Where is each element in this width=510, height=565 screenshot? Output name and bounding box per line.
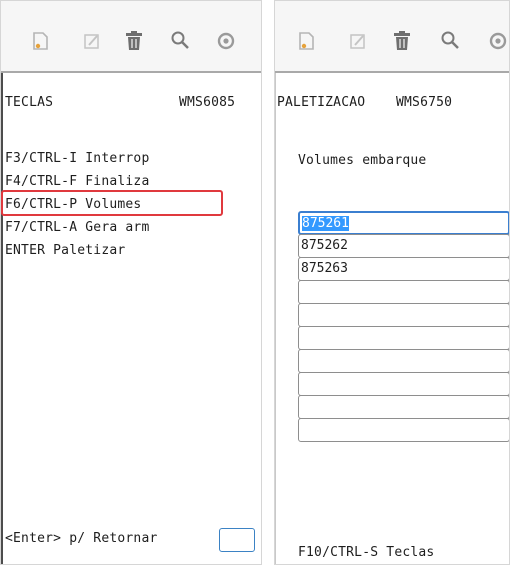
key-finaliza: F4/CTRL-F Finaliza: [5, 174, 150, 189]
volume-field[interactable]: 875262: [298, 234, 509, 258]
new-document-icon[interactable]: [29, 29, 51, 53]
trash-icon[interactable]: [391, 29, 413, 53]
volumes-subtitle: Volumes embarque: [298, 153, 427, 168]
search-icon[interactable]: [439, 29, 461, 53]
volume-field[interactable]: [298, 303, 509, 327]
key-paletizar: ENTER Paletizar: [5, 243, 126, 258]
paletizacao-content: PALETIZACAO WMS6750 Volumes embarque 875…: [275, 73, 509, 564]
highlight-box: [1, 190, 223, 216]
volume-value: 875261: [302, 216, 349, 231]
circle-icon[interactable]: [215, 29, 237, 53]
edit-icon[interactable]: [81, 29, 103, 53]
volume-field[interactable]: [298, 326, 509, 350]
volume-value: 875263: [301, 261, 348, 276]
volume-field[interactable]: [298, 418, 509, 442]
volume-field[interactable]: [298, 372, 509, 396]
program-code: WMS6750: [396, 95, 453, 110]
paletizacao-screen: PALETIZACAO WMS6750 Volumes embarque 875…: [274, 0, 510, 565]
footer-keys: F10/CTRL-S Teclas: [298, 545, 435, 560]
edit-icon[interactable]: [347, 29, 369, 53]
trash-icon[interactable]: [123, 29, 145, 53]
teclas-content: TECLAS WMS6085 F3/CTRL-I Interrop F4/CTR…: [1, 73, 261, 564]
return-input[interactable]: [219, 528, 255, 552]
volume-field[interactable]: [298, 395, 509, 419]
teclas-screen: TECLAS WMS6085 F3/CTRL-I Interrop F4/CTR…: [0, 0, 262, 565]
toolbar: [275, 1, 509, 73]
new-document-icon[interactable]: [295, 29, 317, 53]
search-icon[interactable]: [169, 29, 191, 53]
volume-field[interactable]: [298, 349, 509, 373]
volume-value: 875262: [301, 238, 348, 253]
circle-icon[interactable]: [487, 29, 509, 53]
volume-field[interactable]: 875263: [298, 257, 509, 281]
program-code: WMS6085: [179, 95, 236, 110]
return-label: <Enter> p/ Retornar: [5, 531, 158, 546]
key-gera-arm: F7/CTRL-A Gera arm: [5, 220, 150, 235]
key-interrop: F3/CTRL-I Interrop: [5, 151, 150, 166]
screen-title: PALETIZACAO: [277, 95, 366, 110]
volume-field[interactable]: [298, 280, 509, 304]
screen-title: TECLAS: [5, 95, 54, 110]
toolbar: [1, 1, 261, 73]
volume-field[interactable]: 875261: [298, 211, 509, 235]
